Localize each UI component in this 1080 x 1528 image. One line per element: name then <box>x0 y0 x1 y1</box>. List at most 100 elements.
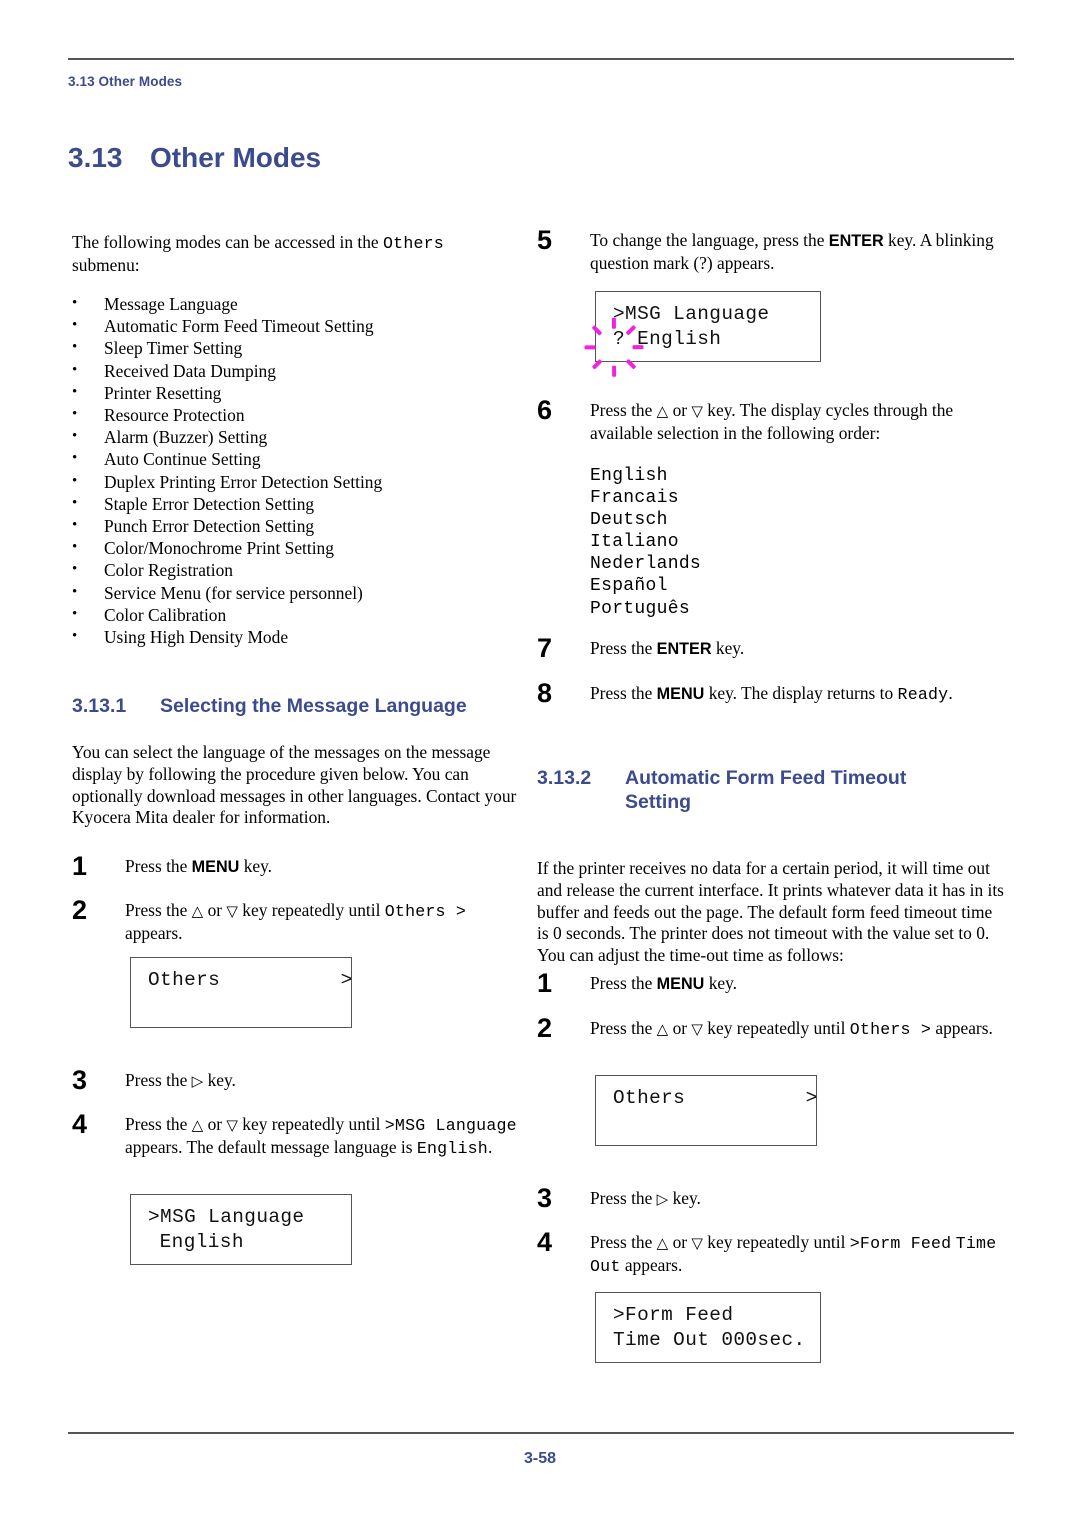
lcd-term-form-feed: >Form Feed <box>849 1234 952 1253</box>
step-text-mid: or <box>668 1232 692 1252</box>
lcd-line-1: Others > <box>613 1087 818 1109</box>
step-text-post: key. <box>239 856 273 876</box>
step-text-tail: appears. <box>620 1254 683 1275</box>
language-item: English <box>590 466 668 486</box>
list-item: Message Language <box>72 292 522 315</box>
step-text-tail: . <box>948 683 953 703</box>
key-label-enter: ENTER <box>656 640 712 658</box>
up-arrow-icon: △ <box>191 902 204 920</box>
step-text-pre: Press the <box>590 638 657 658</box>
step-number: 2 <box>72 895 88 925</box>
lcd-term-msg-language: >MSG Language <box>384 1116 517 1135</box>
step-text: Press the MENU key. The display returns … <box>590 683 1014 706</box>
step-2: 2 Press the △ or ▽ key repeatedly until … <box>537 1013 1007 1043</box>
step-text-pre: Press the <box>125 856 192 876</box>
subsection-1-intro: You can select the language of the messa… <box>72 742 517 828</box>
step-number: 2 <box>537 1013 553 1043</box>
lcd-display-others: Others > <box>595 1075 817 1146</box>
down-arrow-icon: ▽ <box>691 402 703 420</box>
lcd-term-others: Others > <box>849 1020 932 1039</box>
language-item: Italiano <box>590 532 679 553</box>
step-text-tail: appears. <box>931 1018 993 1038</box>
step-text: Press the ▷ key. <box>590 1188 1007 1211</box>
down-arrow-icon: ▽ <box>226 902 238 920</box>
header-rule <box>68 58 1014 60</box>
step-text-pre: Press the <box>590 1188 657 1208</box>
step-text-post: key. <box>704 973 738 993</box>
intro-text-before: The following modes can be accessed in t… <box>72 232 383 252</box>
key-label-enter: ENTER <box>828 232 884 250</box>
language-item: Deutsch <box>590 510 668 531</box>
step-7: 7 Press the ENTER key. <box>537 633 1007 663</box>
step-6: 6 Press the △ or ▽ key. The display cycl… <box>537 395 1007 445</box>
list-item: Auto Continue Setting <box>72 447 522 470</box>
lcd-line-1: >Form Feed <box>613 1304 734 1326</box>
step-text-tail: appears. <box>125 922 183 943</box>
step-text-tail-2: . <box>487 1136 493 1157</box>
key-label-menu: MENU <box>656 685 705 703</box>
down-arrow-icon: ▽ <box>226 1116 238 1134</box>
step-number: 3 <box>537 1183 553 1213</box>
step-1: 1 Press the MENU key. <box>72 851 522 881</box>
step-text: Press the MENU key. <box>125 856 522 879</box>
language-item: Español <box>590 576 668 597</box>
subsection-heading-3-13-2: 3.13.2 Automatic Form Feed Timeout Setting <box>537 766 1014 814</box>
list-item: Sleep Timer Setting <box>72 336 522 359</box>
document-page: 3.13 Other Modes 3.13 Other Modes The fol… <box>0 0 1080 1528</box>
down-arrow-icon: ▽ <box>691 1020 703 1038</box>
up-arrow-icon: △ <box>656 402 669 420</box>
step-text-pre: Press the <box>590 400 657 420</box>
subsection-2-intro: If the printer receives no data for a ce… <box>537 858 1004 966</box>
step-text-post: key repeatedly until <box>237 1114 385 1134</box>
step-number: 1 <box>537 968 553 998</box>
list-item: Color/Monochrome Print Setting <box>72 536 522 559</box>
list-item: Punch Error Detection Setting <box>72 514 522 537</box>
blink-starburst-icon <box>584 317 644 377</box>
step-text: Press the ENTER key. <box>590 638 1007 661</box>
step-text-mid: or <box>668 1018 692 1038</box>
language-item: Francais <box>590 488 679 509</box>
list-item: Resource Protection <box>72 403 522 426</box>
running-header-text: 3.13 Other Modes <box>68 74 183 89</box>
step-text-mid: or <box>668 400 692 420</box>
list-item: Printer Resetting <box>72 381 522 404</box>
up-arrow-icon: △ <box>656 1234 669 1252</box>
step-number: 4 <box>72 1109 88 1139</box>
up-arrow-icon: △ <box>191 1116 204 1134</box>
right-arrow-icon: ▷ <box>656 1190 669 1208</box>
section-title-text: Other Modes <box>150 142 322 173</box>
lcd-line-1: >MSG Language <box>148 1206 305 1228</box>
step-text-pre: Press the <box>125 1114 192 1134</box>
footer-rule <box>68 1432 1014 1434</box>
lcd-term-others: Others > <box>384 902 467 921</box>
step-text-mid: or <box>203 900 227 920</box>
list-item: Duplex Printing Error Detection Setting <box>72 470 522 493</box>
step-4: 4 Press the △ or ▽ key repeatedly until … <box>537 1227 1014 1278</box>
step-number: 3 <box>72 1065 88 1095</box>
lcd-line-2: ? English <box>613 327 820 352</box>
step-number: 1 <box>72 851 88 881</box>
list-item: Received Data Dumping <box>72 359 522 382</box>
list-item: Staple Error Detection Setting <box>72 492 522 515</box>
step-text-pre: Press the <box>590 1232 657 1252</box>
step-number: 6 <box>537 395 553 425</box>
list-item: Service Menu (for service personnel) <box>72 581 522 604</box>
language-item: Português <box>590 598 690 619</box>
key-label-menu: MENU <box>656 975 705 993</box>
step-text-pre: Press the <box>590 973 657 993</box>
step-text-post: key. <box>203 1070 236 1090</box>
lcd-line-1: Others > <box>148 969 353 991</box>
key-label-menu: MENU <box>191 858 240 876</box>
language-item: Nederlands <box>590 554 702 575</box>
step-text: Press the MENU key. <box>590 973 1007 996</box>
step-3: 3 Press the ▷ key. <box>537 1183 1007 1213</box>
step-text-pre: To change the language, press the <box>590 230 829 250</box>
step-text-pre: Press the <box>590 1018 657 1038</box>
section-number: 3.13 <box>68 142 123 173</box>
language-list: English Francais Deutsch Italiano Nederl… <box>590 465 890 620</box>
step-text-post: key repeatedly until <box>702 1232 850 1252</box>
step-2: 2 Press the △ or ▽ key repeatedly until … <box>72 895 522 945</box>
lcd-display-msg-language: >MSG Language English <box>130 1194 352 1265</box>
step-text-tail-1: appears. The default message language is <box>125 1136 417 1157</box>
step-text-post: key. <box>711 638 745 658</box>
